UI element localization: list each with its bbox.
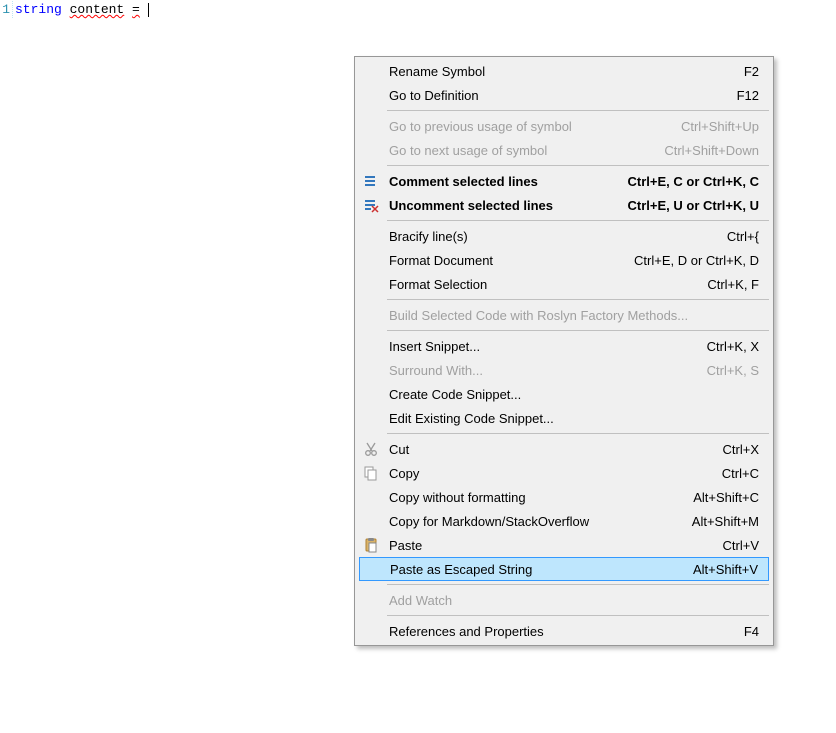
- menu-item-paste-as-escaped-string[interactable]: Paste as Escaped String Alt+Shift+V: [359, 557, 769, 581]
- menu-item-add-watch: Add Watch: [357, 588, 771, 612]
- menu-item-comment-selected-lines[interactable]: Comment selected lines Ctrl+E, C or Ctrl+…: [357, 169, 771, 193]
- menu-separator: [387, 299, 769, 300]
- menu-item-label: Go to Definition: [389, 88, 721, 103]
- menu-item-label: Copy: [389, 466, 706, 481]
- menu-item-shortcut: Ctrl+V: [723, 538, 759, 553]
- menu-item-shortcut: Ctrl+K, F: [707, 277, 759, 292]
- menu-item-shortcut: Ctrl+E, U or Ctrl+K, U: [628, 198, 759, 213]
- menu-item-shortcut: Ctrl+X: [723, 442, 759, 457]
- menu-item-build-selected-code-with-roslyn-factory-methods: Build Selected Code with Roslyn Factory …: [357, 303, 771, 327]
- menu-separator: [387, 584, 769, 585]
- menu-item-bracify-line-s[interactable]: Bracify line(s) Ctrl+{: [357, 224, 771, 248]
- text-caret: [148, 3, 149, 17]
- menu-item-label: Rename Symbol: [389, 64, 728, 79]
- menu-item-label: Format Selection: [389, 277, 691, 292]
- menu-item-shortcut: Ctrl+Shift+Down: [664, 143, 759, 158]
- menu-item-references-and-properties[interactable]: References and Properties F4: [357, 619, 771, 643]
- menu-item-label: Build Selected Code with Roslyn Factory …: [389, 308, 759, 323]
- menu-item-shortcut: Ctrl+{: [727, 229, 759, 244]
- menu-item-label: Copy for Markdown/StackOverflow: [389, 514, 676, 529]
- menu-item-label: Go to next usage of symbol: [389, 143, 648, 158]
- menu-separator: [387, 110, 769, 111]
- menu-item-label: Create Code Snippet...: [389, 387, 759, 402]
- menu-item-shortcut: Ctrl+K, X: [707, 339, 759, 354]
- line-number: 1: [2, 2, 10, 17]
- menu-item-shortcut: F4: [744, 624, 759, 639]
- menu-item-label: Bracify line(s): [389, 229, 711, 244]
- menu-separator: [387, 615, 769, 616]
- cut-icon: [363, 441, 379, 457]
- assign-operator: =: [132, 2, 140, 17]
- menu-item-go-to-previous-usage-of-symbol: Go to previous usage of symbol Ctrl+Shift…: [357, 114, 771, 138]
- menu-item-label: Paste: [389, 538, 707, 553]
- menu-item-shortcut: Ctrl+K, S: [707, 363, 759, 378]
- menu-item-uncomment-selected-lines[interactable]: Uncomment selected lines Ctrl+E, U or Ctr…: [357, 193, 771, 217]
- menu-item-label: Cut: [389, 442, 707, 457]
- copy-icon: [363, 465, 379, 481]
- menu-item-label: Comment selected lines: [389, 174, 612, 189]
- menu-item-label: Format Document: [389, 253, 618, 268]
- context-menu[interactable]: Rename SymbolF2Go to DefinitionF12Go to …: [354, 56, 774, 646]
- menu-item-label: Paste as Escaped String: [390, 562, 677, 577]
- menu-separator: [387, 220, 769, 221]
- menu-item-shortcut: Ctrl+E, C or Ctrl+K, C: [628, 174, 759, 189]
- menu-item-shortcut: Ctrl+Shift+Up: [681, 119, 759, 134]
- menu-item-copy-for-markdown-stackoverflow[interactable]: Copy for Markdown/StackOverflow Alt+Shift…: [357, 509, 771, 533]
- menu-item-label: References and Properties: [389, 624, 728, 639]
- comment-icon: [363, 173, 379, 189]
- line-number-gutter: 1: [0, 1, 13, 18]
- menu-item-copy-without-formatting[interactable]: Copy without formatting Alt+Shift+C: [357, 485, 771, 509]
- code-line[interactable]: string content =: [13, 1, 149, 18]
- menu-item-label: Add Watch: [389, 593, 759, 608]
- identifier-content: content: [70, 2, 125, 17]
- menu-item-shortcut: Alt+Shift+C: [693, 490, 759, 505]
- uncomment-icon: [363, 197, 379, 213]
- menu-item-label: Insert Snippet...: [389, 339, 691, 354]
- menu-item-rename-symbol[interactable]: Rename Symbol F2: [357, 59, 771, 83]
- menu-item-label: Copy without formatting: [389, 490, 677, 505]
- menu-item-shortcut: Alt+Shift+V: [693, 562, 758, 577]
- menu-item-paste[interactable]: Paste Ctrl+V: [357, 533, 771, 557]
- menu-separator: [387, 433, 769, 434]
- menu-item-cut[interactable]: Cut Ctrl+X: [357, 437, 771, 461]
- menu-item-format-selection[interactable]: Format Selection Ctrl+K, F: [357, 272, 771, 296]
- menu-item-shortcut: F12: [737, 88, 759, 103]
- menu-item-shortcut: Ctrl+E, D or Ctrl+K, D: [634, 253, 759, 268]
- keyword-string: string: [15, 2, 62, 17]
- menu-item-shortcut: Ctrl+C: [722, 466, 759, 481]
- menu-item-go-to-next-usage-of-symbol: Go to next usage of symbol Ctrl+Shift+Dow…: [357, 138, 771, 162]
- menu-item-label: Uncomment selected lines: [389, 198, 612, 213]
- menu-item-copy[interactable]: Copy Ctrl+C: [357, 461, 771, 485]
- menu-item-shortcut: F2: [744, 64, 759, 79]
- menu-item-edit-existing-code-snippet[interactable]: Edit Existing Code Snippet...: [357, 406, 771, 430]
- menu-separator: [387, 165, 769, 166]
- menu-item-label: Surround With...: [389, 363, 691, 378]
- menu-item-go-to-definition[interactable]: Go to Definition F12: [357, 83, 771, 107]
- menu-item-create-code-snippet[interactable]: Create Code Snippet...: [357, 382, 771, 406]
- menu-item-label: Go to previous usage of symbol: [389, 119, 665, 134]
- paste-icon: [363, 537, 379, 553]
- menu-item-label: Edit Existing Code Snippet...: [389, 411, 759, 426]
- menu-item-shortcut: Alt+Shift+M: [692, 514, 759, 529]
- menu-item-surround-with: Surround With... Ctrl+K, S: [357, 358, 771, 382]
- menu-item-insert-snippet[interactable]: Insert Snippet... Ctrl+K, X: [357, 334, 771, 358]
- code-editor[interactable]: 1 string content =: [0, 0, 836, 18]
- menu-item-format-document[interactable]: Format Document Ctrl+E, D or Ctrl+K, D: [357, 248, 771, 272]
- menu-separator: [387, 330, 769, 331]
